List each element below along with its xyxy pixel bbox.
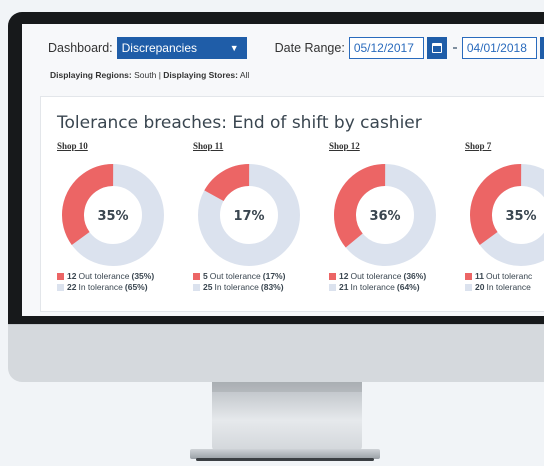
- shop-chart: Shop 12 36% 12 Out tolerance (36%) 21 In toler…: [329, 97, 469, 313]
- out-text: Out toleranc: [486, 271, 533, 281]
- stand-shadow: [212, 382, 362, 392]
- donut-legend: 12 Out tolerance (36%) 21 In tolerance (64%): [329, 271, 426, 293]
- stand-base-edge: [196, 458, 374, 461]
- out-tolerance-swatch: [329, 273, 336, 280]
- in-percent: (65%): [124, 282, 148, 292]
- calendar-icon: [431, 43, 442, 53]
- monitor-stand-neck: [212, 382, 362, 452]
- out-count: 11: [475, 271, 484, 281]
- donut-legend: 11 Out toleranc 20 In tolerance: [465, 271, 534, 293]
- donut-percent-label: 17%: [233, 209, 264, 224]
- filter-bar: Dashboard: Discrepancies ▼ Date Range: 0…: [48, 37, 544, 59]
- in-text: In tolerance: [486, 282, 531, 292]
- in-text: In tolerance: [78, 282, 123, 292]
- date-from-calendar-button[interactable]: [426, 37, 447, 59]
- stores-label: Displaying Stores:: [163, 70, 238, 80]
- dashboard-label: Dashboard:: [48, 41, 113, 55]
- tolerance-donut-chart: 35%: [470, 164, 544, 266]
- dashboard-select[interactable]: Discrepancies ▼: [116, 37, 247, 59]
- out-tolerance-swatch: [465, 273, 472, 280]
- selection-info: Displaying Regions: South | Displaying S…: [50, 70, 249, 80]
- date-to-calendar-button[interactable]: [539, 37, 544, 59]
- shop-link[interactable]: Shop 12: [329, 141, 360, 151]
- in-tolerance-swatch: [329, 284, 336, 291]
- out-text: Out tolerance: [78, 271, 130, 281]
- monitor-chin-divider: [8, 324, 544, 325]
- in-text: In tolerance: [214, 282, 259, 292]
- tolerance-card: Tolerance breaches: End of shift by cash…: [40, 96, 544, 312]
- legend-in-tolerance: 20 In tolerance: [465, 282, 534, 293]
- out-text: Out tolerance: [209, 271, 261, 281]
- out-tolerance-swatch: [193, 273, 200, 280]
- tolerance-donut-chart: 17%: [198, 164, 300, 266]
- date-range-label: Date Range:: [274, 41, 345, 55]
- in-tolerance-swatch: [465, 284, 472, 291]
- in-tolerance-swatch: [193, 284, 200, 291]
- date-to-input[interactable]: 04/01/2018: [461, 37, 537, 59]
- in-tolerance-swatch: [57, 284, 64, 291]
- shop-chart: Shop 7 35% 11 Out toleranc 20 In tolerance: [465, 97, 544, 313]
- tolerance-donut-chart: 36%: [334, 164, 436, 266]
- stores-value: All: [239, 70, 250, 80]
- out-text: Out tolerance: [350, 271, 402, 281]
- donut-percent-label: 35%: [505, 209, 536, 224]
- regions-value: South: [134, 70, 157, 80]
- out-tolerance-swatch: [57, 273, 64, 280]
- in-text: In tolerance: [350, 282, 395, 292]
- out-percent: (36%): [403, 271, 427, 281]
- shop-chart: Shop 11 17% 5 Out tolerance (17%) 25 In tolera…: [193, 97, 333, 313]
- donut-legend: 5 Out tolerance (17%) 25 In tolerance (83%): [193, 271, 285, 293]
- legend-in-tolerance: 22 In tolerance (65%): [57, 282, 154, 293]
- shop-link[interactable]: Shop 10: [57, 141, 88, 151]
- out-percent: (35%): [131, 271, 155, 281]
- out-count: 5: [203, 271, 208, 281]
- legend-out-tolerance: 12 Out tolerance (35%): [57, 271, 154, 282]
- dashboard-screen: Dashboard: Discrepancies ▼ Date Range: 0…: [22, 24, 544, 316]
- legend-in-tolerance: 21 In tolerance (64%): [329, 282, 426, 293]
- legend-out-tolerance: 12 Out tolerance (36%): [329, 271, 426, 282]
- shop-chart: Shop 10 35% 12 Out tolerance (35%) 22 In toler…: [57, 97, 197, 313]
- legend-out-tolerance: 5 Out tolerance (17%): [193, 271, 285, 282]
- date-from-input[interactable]: 05/12/2017: [348, 37, 424, 59]
- shop-link[interactable]: Shop 11: [193, 141, 223, 151]
- out-count: 12: [67, 271, 77, 281]
- legend-in-tolerance: 25 In tolerance (83%): [193, 282, 285, 293]
- donut-percent-label: 36%: [369, 209, 400, 224]
- in-count: 20: [475, 282, 485, 292]
- date-range-separator: [452, 47, 457, 49]
- legend-out-tolerance: 11 Out toleranc: [465, 271, 534, 282]
- shop-link[interactable]: Shop 7: [465, 141, 491, 151]
- donut-legend: 12 Out tolerance (35%) 22 In tolerance (65%): [57, 271, 154, 293]
- out-count: 12: [339, 271, 349, 281]
- regions-label: Displaying Regions:: [50, 70, 132, 80]
- tolerance-donut-chart: 35%: [61, 164, 164, 266]
- in-count: 22: [67, 282, 77, 292]
- dashboard-select-value: Discrepancies: [121, 41, 197, 55]
- in-percent: (64%): [396, 282, 420, 292]
- out-percent: (17%): [262, 271, 286, 281]
- donut-percent-label: 35%: [97, 209, 128, 224]
- in-percent: (83%): [260, 282, 284, 292]
- monitor-illustration: Dashboard: Discrepancies ▼ Date Range: 0…: [0, 0, 544, 466]
- in-count: 21: [339, 282, 349, 292]
- in-count: 25: [203, 282, 213, 292]
- chevron-down-icon: ▼: [229, 43, 239, 53]
- info-separator: |: [158, 70, 161, 80]
